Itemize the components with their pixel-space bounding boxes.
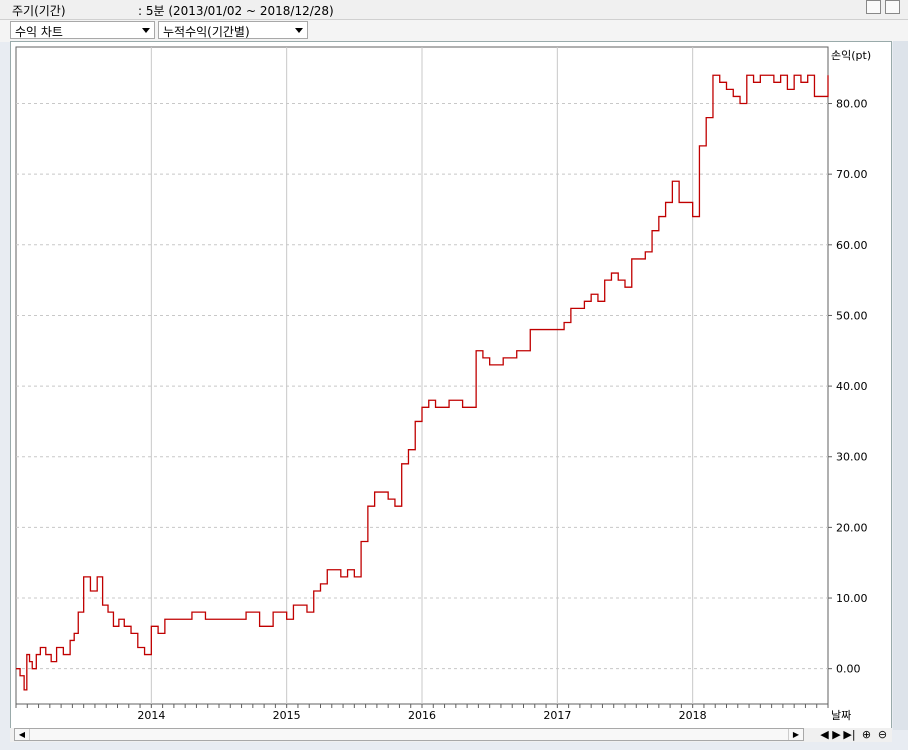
scroll-left-icon[interactable]: ◀ (15, 729, 30, 740)
y-tick-label: 50.00 (836, 309, 868, 322)
x-axis-title: 날짜 (831, 709, 851, 722)
y-axis-title: 손익(pt) (831, 49, 871, 62)
profit-chart: 0.00 10.00 20.00 30.00 40.00 50.00 60.00 70.00 8… (15, 46, 871, 722)
x-tick-label: 2015 (273, 709, 301, 722)
y-tick-label: 40.00 (836, 380, 868, 393)
period-value: : 5분 (2013/01/02 ~ 2018/12/28) (138, 4, 334, 18)
y-tick-label: 30.00 (836, 451, 868, 464)
y-tick-label: 70.00 (836, 168, 868, 181)
chart-controls: ◀ ▶ ◀ ▶ ▶| ⊕ ⊖ (10, 728, 892, 742)
window-edge (893, 41, 908, 730)
x-tick-label: 2018 (679, 709, 707, 722)
profit-mode-select[interactable]: 누적수익(기간별) (158, 21, 308, 39)
nav-right-icon[interactable]: ▶ (830, 728, 843, 741)
x-tick-label: 2017 (543, 709, 571, 722)
x-tick-label: 2016 (408, 709, 436, 722)
y-tick-label: 80.00 (836, 98, 868, 111)
x-tick-label: 2014 (137, 709, 165, 722)
chart-panel[interactable]: 0.00 10.00 20.00 30.00 40.00 50.00 60.00 70.00 8… (10, 41, 892, 730)
nav-end-icon[interactable]: ▶| (843, 728, 856, 741)
horizontal-scrollbar[interactable]: ◀ ▶ (14, 728, 804, 741)
scroll-right-icon[interactable]: ▶ (788, 729, 803, 740)
profit-mode-select-value: 누적수익(기간별) (163, 25, 250, 39)
chart-type-select-value: 수익 차트 (15, 25, 63, 39)
close-icon[interactable] (885, 0, 900, 14)
chart-toolbar: 수익 차트 누적수익(기간별) (0, 20, 908, 42)
y-tick-label: 20.00 (836, 521, 868, 534)
period-label: 주기(기간) (12, 4, 66, 18)
chevron-down-icon (142, 28, 150, 33)
y-tick-label: 0.00 (836, 663, 861, 676)
chevron-down-icon (295, 28, 303, 33)
title-bar: 주기(기간) : 5분 (2013/01/02 ~ 2018/12/28) (0, 0, 908, 20)
zoom-in-icon[interactable]: ⊕ (860, 728, 873, 741)
zoom-out-icon[interactable]: ⊖ (876, 728, 889, 741)
chart-type-select[interactable]: 수익 차트 (10, 21, 155, 39)
restore-icon[interactable] (866, 0, 881, 14)
y-tick-label: 10.00 (836, 592, 868, 605)
y-tick-label: 60.00 (836, 239, 868, 252)
